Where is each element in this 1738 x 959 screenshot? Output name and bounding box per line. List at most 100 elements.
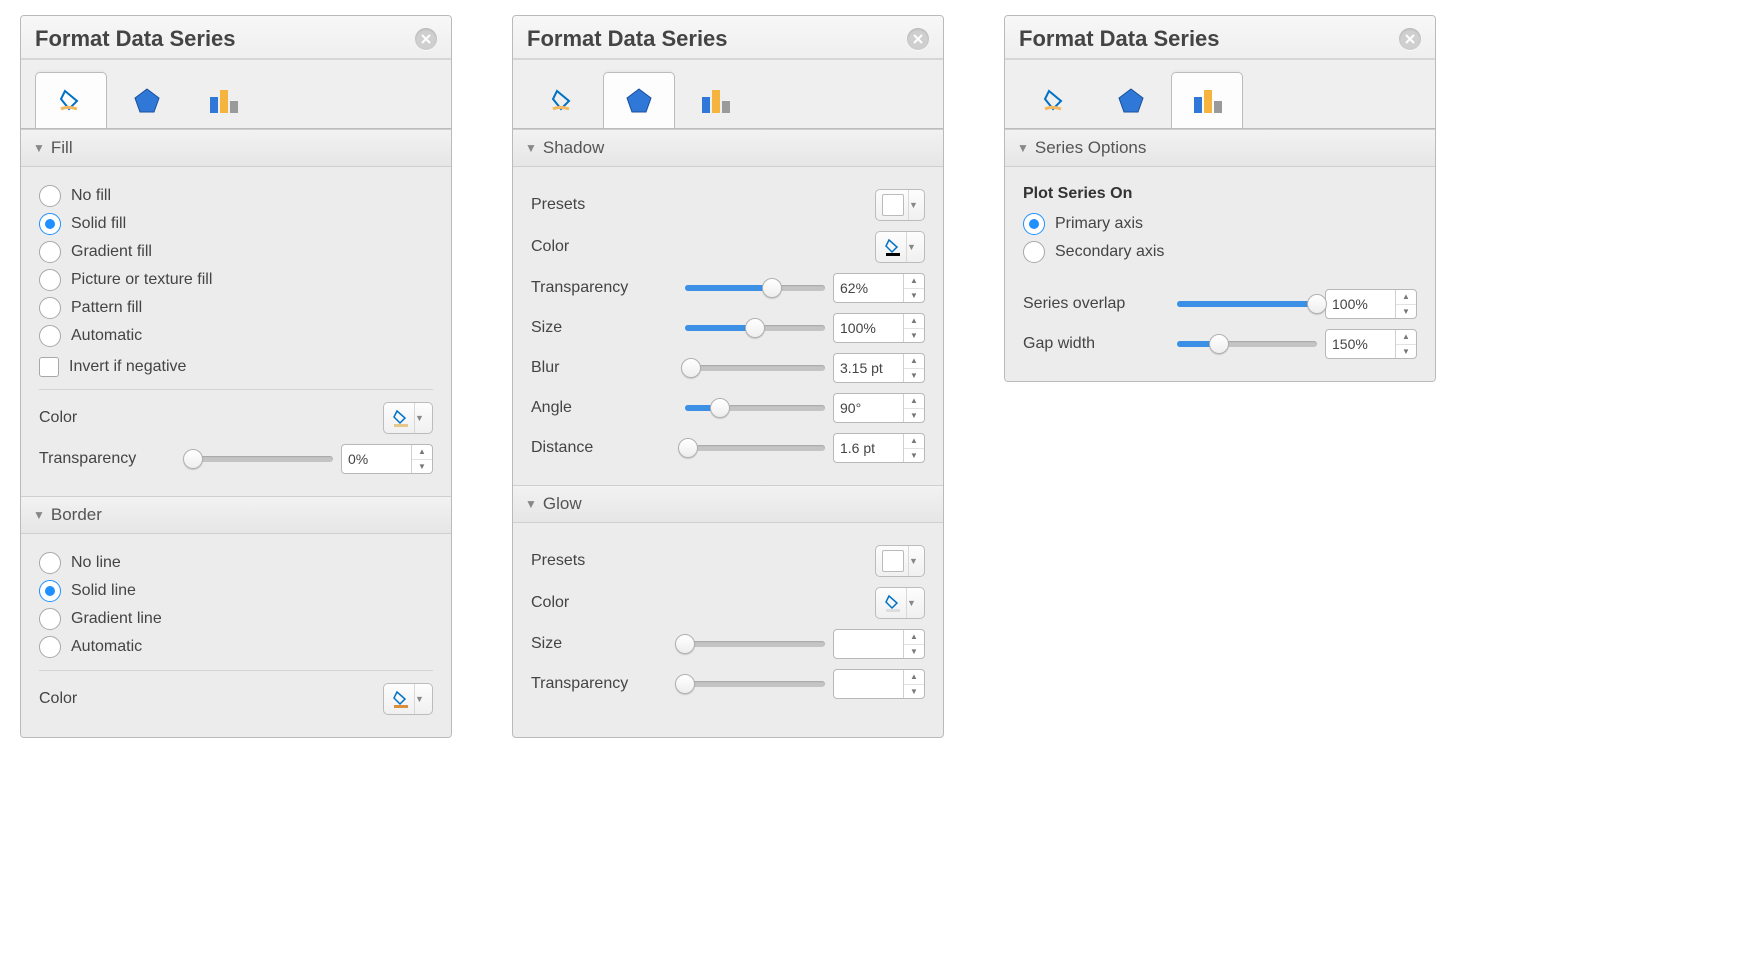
color-swatch-icon [392,690,410,708]
step-up-icon[interactable]: ▲ [904,354,924,369]
step-down-icon[interactable]: ▼ [904,449,924,463]
section-header-border[interactable]: ▼ Border [21,496,451,534]
tab-series-options[interactable] [1171,72,1243,128]
radio-no-fill[interactable]: No fill [39,185,433,207]
close-button[interactable] [907,28,929,50]
step-down-icon[interactable]: ▼ [904,685,924,699]
shadow-size-slider[interactable] [685,325,825,331]
step-down-icon[interactable]: ▼ [1396,305,1416,319]
row-shadow-distance: Distance 1.6 pt▲▼ [531,433,925,463]
step-up-icon[interactable]: ▲ [904,670,924,685]
radio-no-line[interactable]: No line [39,552,433,574]
separator [39,389,433,390]
close-button[interactable] [415,28,437,50]
shadow-transparency-slider[interactable] [685,285,825,291]
glow-transparency-slider[interactable] [685,681,825,687]
fill-transparency-slider[interactable] [193,456,333,462]
radio-secondary-axis[interactable]: Secondary axis [1023,241,1417,263]
tab-series-options[interactable] [187,72,259,128]
shadow-distance-spinbox[interactable]: 1.6 pt▲▼ [833,433,925,463]
row-shadow-size: Size 100%▲▼ [531,313,925,343]
step-down-icon[interactable]: ▼ [1396,345,1416,359]
section-header-glow[interactable]: ▼ Glow [513,485,943,523]
section-header-fill[interactable]: ▼ Fill [21,129,451,167]
fill-transparency-label: Transparency [39,450,179,468]
glow-color-picker[interactable]: ▼ [875,587,925,619]
tab-series-options[interactable] [679,72,751,128]
series-overlap-slider[interactable] [1177,301,1317,307]
shadow-angle-slider[interactable] [685,405,825,411]
dropdown-arrow-icon: ▼ [908,190,919,220]
section-title: Glow [543,494,582,514]
step-down-icon[interactable]: ▼ [904,645,924,659]
step-up-icon[interactable]: ▲ [904,630,924,645]
shadow-distance-slider[interactable] [685,445,825,451]
shadow-angle-spinbox[interactable]: 90°▲▼ [833,393,925,423]
checkbox-invert-negative[interactable]: Invert if negative [39,357,433,377]
radio-picture-fill[interactable]: Picture or texture fill [39,269,433,291]
step-up-icon[interactable]: ▲ [904,394,924,409]
step-down-icon[interactable]: ▼ [904,409,924,423]
fill-color-picker[interactable]: ▼ [383,402,433,434]
row-shadow-color: Color ▼ [531,231,925,263]
radio-solid-fill[interactable]: Solid fill [39,213,433,235]
disclosure-triangle-icon: ▼ [525,141,537,155]
panel-header: Format Data Series [21,16,451,59]
step-up-icon[interactable]: ▲ [1396,330,1416,345]
tab-effects[interactable] [111,72,183,128]
glow-size-spinbox[interactable]: ▲▼ [833,629,925,659]
radio-solid-line[interactable]: Solid line [39,580,433,602]
radio-gradient-line[interactable]: Gradient line [39,608,433,630]
step-up-icon[interactable]: ▲ [904,314,924,329]
row-gap-width: Gap width 150%▲▼ [1023,329,1417,359]
radio-automatic-fill[interactable]: Automatic [39,325,433,347]
tab-effects[interactable] [1095,72,1167,128]
section-title: Fill [51,138,73,158]
fill-transparency-spinbox[interactable]: 0%▲▼ [341,444,433,474]
section-header-series-options[interactable]: ▼ Series Options [1005,129,1435,167]
section-body-border: No line Solid line Gradient line Automat… [21,534,451,737]
fill-color-label: Color [39,409,179,427]
bar-chart-icon [1191,87,1223,115]
close-button[interactable] [1399,28,1421,50]
shadow-transparency-spinbox[interactable]: 62%▲▼ [833,273,925,303]
series-overlap-spinbox[interactable]: 100%▲▼ [1325,289,1417,319]
step-down-icon[interactable]: ▼ [904,329,924,343]
step-up-icon[interactable]: ▲ [904,434,924,449]
shadow-color-picker[interactable]: ▼ [875,231,925,263]
gap-width-slider[interactable] [1177,341,1317,347]
separator [39,670,433,671]
tab-fill-line[interactable] [527,72,599,128]
tab-fill-line[interactable] [1019,72,1091,128]
disclosure-triangle-icon: ▼ [33,141,45,155]
shadow-blur-slider[interactable] [685,365,825,371]
shadow-blur-spinbox[interactable]: 3.15 pt▲▼ [833,353,925,383]
glow-presets-picker[interactable]: ▼ [875,545,925,577]
step-up-icon[interactable]: ▲ [1396,290,1416,305]
border-color-picker[interactable]: ▼ [383,683,433,715]
tab-fill-line[interactable] [35,72,107,128]
step-down-icon[interactable]: ▼ [904,289,924,303]
color-swatch-icon [884,594,902,612]
format-panel-series-options: Format Data Series ▼ Series Options [1004,15,1436,382]
radio-automatic-line[interactable]: Automatic [39,636,433,658]
shadow-presets-picker[interactable]: ▼ [875,189,925,221]
radio-pattern-fill[interactable]: Pattern fill [39,297,433,319]
step-down-icon[interactable]: ▼ [904,369,924,383]
radio-primary-axis[interactable]: Primary axis [1023,213,1417,235]
glow-transparency-spinbox[interactable]: ▲▼ [833,669,925,699]
radio-gradient-fill[interactable]: Gradient fill [39,241,433,263]
pentagon-icon [132,86,162,116]
shadow-size-spinbox[interactable]: 100%▲▼ [833,313,925,343]
step-down-icon[interactable]: ▼ [412,460,432,474]
gap-width-spinbox[interactable]: 150%▲▼ [1325,329,1417,359]
tab-effects[interactable] [603,72,675,128]
close-icon [421,34,431,44]
step-up-icon[interactable]: ▲ [904,274,924,289]
glow-size-slider[interactable] [685,641,825,647]
panel-title: Format Data Series [527,26,728,52]
section-title: Series Options [1035,138,1147,158]
section-header-shadow[interactable]: ▼ Shadow [513,129,943,167]
step-up-icon[interactable]: ▲ [412,445,432,460]
panel-title: Format Data Series [1019,26,1220,52]
